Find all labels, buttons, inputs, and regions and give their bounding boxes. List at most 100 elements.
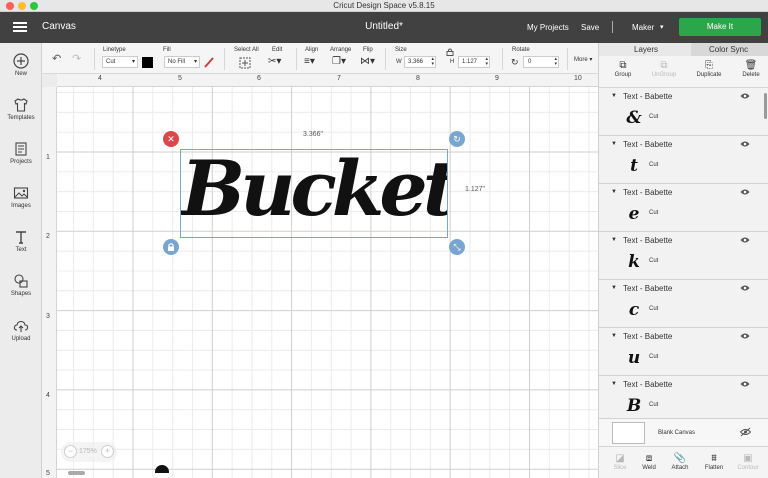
stepper-icon[interactable]: ▴ ▾ (554, 57, 557, 67)
height-input[interactable]: 1.127 ▴ ▾ (458, 56, 490, 68)
ruler-number: 9 (495, 75, 499, 82)
fill-select[interactable]: No Fill ▾ (164, 56, 200, 68)
stepper-icon[interactable]: ▴ ▾ (431, 57, 434, 67)
save-link[interactable]: Save (581, 23, 599, 32)
window-title: Cricut Design Space v5.8.15 (333, 1, 435, 10)
text-icon (16, 231, 26, 244)
stepper-icon[interactable]: ▴ ▾ (485, 57, 488, 67)
sidebar-item-images[interactable]: Images (0, 185, 42, 209)
more-menu[interactable]: More ▾ (574, 56, 592, 63)
sidebar-item-projects[interactable]: Projects (0, 141, 42, 165)
linetype-select[interactable]: Cut ▾ (102, 56, 138, 68)
layer-operation: Cut (649, 210, 659, 216)
group-button[interactable]: ⧉ Group (606, 60, 640, 78)
expand-caret-icon[interactable]: ▼ (611, 141, 617, 147)
delete-handle-icon[interactable]: ✕ (163, 131, 179, 147)
eye-icon[interactable] (740, 333, 750, 339)
rotate-input[interactable]: 0 ▴ ▾ (523, 56, 559, 68)
width-dimension-label: 3.366" (303, 131, 324, 138)
my-projects-link[interactable]: My Projects (527, 23, 569, 32)
horizontal-scrollbar[interactable] (68, 471, 85, 475)
align-label: Align (305, 47, 319, 53)
layer-name: Text - Babette (623, 92, 673, 101)
sidebar-item-text[interactable]: Text (0, 229, 42, 253)
sidebar-item-upload[interactable]: Upload (0, 318, 42, 342)
list-item[interactable]: ▼ Text - Babette & Cut (599, 88, 768, 136)
rotate-label: Rotate (512, 47, 530, 53)
layer-operation: Cut (649, 162, 659, 168)
expand-caret-icon[interactable]: ▼ (611, 237, 617, 243)
list-item[interactable]: ▼ Text - Babette B Cut (599, 376, 768, 418)
linetype-color-swatch[interactable] (142, 57, 153, 68)
tab-color-sync[interactable]: Color Sync (709, 45, 748, 54)
height-label: H (450, 59, 455, 65)
ruler-number: 8 (416, 75, 420, 82)
canvas-shape-partial[interactable] (155, 465, 169, 473)
trash-icon: 🗑 (744, 60, 758, 71)
redo-icon[interactable]: ↷ (72, 52, 81, 65)
eye-icon[interactable] (740, 285, 750, 291)
contour-button[interactable]: ▣ Contour (731, 452, 765, 471)
sidebar-item-new[interactable]: New (0, 53, 42, 77)
zoom-out-button[interactable]: − (64, 445, 77, 458)
ungroup-label: UnGroup (651, 72, 677, 78)
expand-caret-icon[interactable]: ▼ (611, 333, 617, 339)
contour-label: Contour (737, 465, 759, 471)
eye-icon[interactable] (740, 381, 750, 387)
layers-scrollbar[interactable] (764, 93, 767, 119)
machine-select[interactable]: Maker (632, 23, 654, 32)
select-all-label: Select All (234, 47, 259, 53)
weld-label: Weld (642, 465, 656, 471)
lock-icon[interactable] (446, 48, 454, 56)
delete-button[interactable]: 🗑 Delete (734, 60, 768, 78)
list-item[interactable]: ▼ Text - Babette u Cut (599, 328, 768, 376)
make-it-button[interactable]: Make It (679, 18, 761, 36)
eye-off-icon[interactable] (740, 427, 751, 437)
weld-button[interactable]: ⧈ Weld (632, 452, 666, 471)
group-label: Group (614, 72, 632, 78)
canvas-color-swatch[interactable] (612, 422, 645, 444)
expand-caret-icon[interactable]: ▼ (611, 93, 617, 99)
expand-caret-icon[interactable]: ▼ (611, 189, 617, 195)
blank-canvas-row[interactable]: Blank Canvas (599, 418, 768, 446)
eye-icon[interactable] (740, 141, 750, 147)
ruler-number: 3 (46, 313, 50, 320)
selection-bounding-box[interactable] (180, 149, 448, 238)
attach-button[interactable]: 📎 Attach (663, 452, 697, 471)
scissors-icon[interactable]: ✂▾ (268, 56, 281, 67)
resize-handle-icon[interactable]: ⤡ (449, 239, 465, 255)
eye-icon[interactable] (740, 93, 750, 99)
chevron-down-icon[interactable]: ▾ (660, 23, 664, 31)
no-fill-icon[interactable] (203, 56, 215, 68)
left-sidebar: New Templates Projects Images Text Shape… (0, 43, 42, 478)
rotate-handle-icon[interactable]: ↻ (449, 131, 465, 147)
align-icon[interactable]: ≡▾ (304, 56, 315, 67)
width-input[interactable]: 3.366 ▴ ▾ (404, 56, 436, 68)
list-item[interactable]: ▼ Text - Babette e Cut (599, 184, 768, 232)
sidebar-item-shapes[interactable]: Shapes (0, 273, 42, 297)
lock-handle-icon[interactable] (163, 239, 179, 255)
sidebar-item-templates[interactable]: Templates (0, 97, 42, 121)
ungroup-button[interactable]: ⧉ UnGroup (647, 60, 681, 78)
list-item[interactable]: ▼ Text - Babette t Cut (599, 136, 768, 184)
list-item[interactable]: ▼ Text - Babette k Cut (599, 232, 768, 280)
flip-label: Flip (363, 47, 373, 53)
undo-icon[interactable]: ↶ (52, 52, 61, 65)
select-all-icon[interactable] (239, 57, 251, 69)
duplicate-button[interactable]: ⎘ Duplicate (692, 60, 726, 78)
zoom-in-button[interactable]: + (101, 445, 114, 458)
expand-caret-icon[interactable]: ▼ (611, 285, 617, 291)
chevron-down-icon: ▾ (193, 59, 197, 65)
expand-caret-icon[interactable]: ▼ (611, 381, 617, 387)
arrange-icon[interactable]: ❐▾ (332, 56, 346, 67)
weld-icon: ⧈ (645, 453, 653, 464)
list-item[interactable]: ▼ Text - Babette c Cut (599, 280, 768, 328)
panel-tabs: Layers Color Sync (599, 43, 768, 56)
flatten-button[interactable]: ⩩ Flatten (697, 452, 731, 471)
ruler-number: 10 (574, 75, 582, 82)
tab-layers[interactable]: Layers (634, 45, 658, 54)
flip-icon[interactable]: ⋈▾ (360, 56, 375, 67)
eye-icon[interactable] (740, 237, 750, 243)
contour-icon: ▣ (743, 453, 753, 464)
eye-icon[interactable] (740, 189, 750, 195)
